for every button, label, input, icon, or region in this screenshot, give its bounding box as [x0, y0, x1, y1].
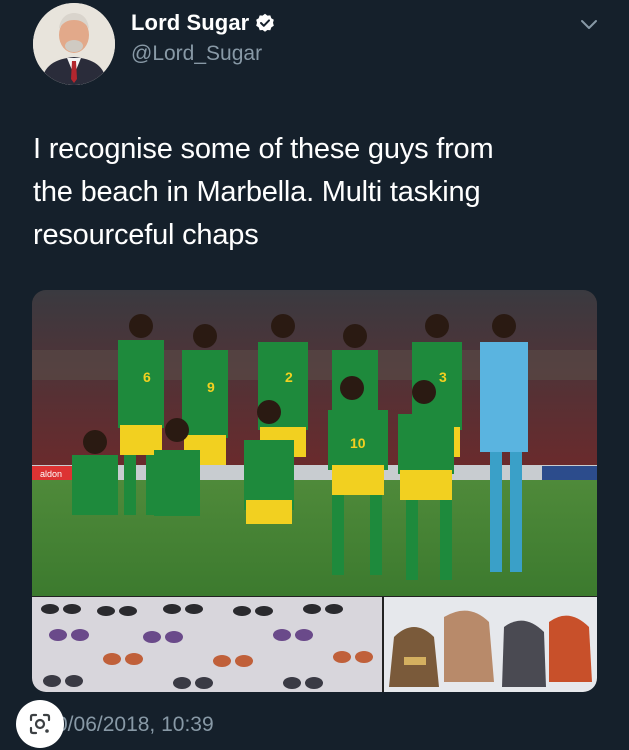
- tweet-text: I recognise some of these guys from the …: [33, 133, 494, 251]
- jersey-number: 2: [285, 369, 293, 385]
- verified-badge-icon: [255, 13, 275, 33]
- tweet-media[interactable]: 6 9 2 3 10 aldon: [32, 290, 597, 692]
- avatar[interactable]: [33, 3, 115, 85]
- timestamp[interactable]: 0/06/2018, 10:39: [56, 713, 214, 737]
- chevron-down-icon[interactable]: [578, 16, 600, 34]
- team-photo: 6 9 2 3 10 aldon: [32, 290, 597, 596]
- jersey-number: 10: [350, 435, 366, 451]
- jersey-number: 3: [439, 369, 447, 385]
- user-handle[interactable]: @Lord_Sugar: [131, 42, 262, 66]
- name-row: Lord Sugar: [131, 10, 275, 36]
- pitch-banner: aldon: [40, 469, 62, 479]
- handbags-photo: [384, 597, 597, 692]
- jersey-number: 9: [207, 379, 215, 395]
- tweet-card: Lord Sugar @Lord_Sugar I recognise some …: [0, 0, 629, 750]
- sunglasses-photo: [32, 597, 382, 692]
- google-lens-icon[interactable]: [16, 700, 64, 748]
- jersey-number: 6: [143, 369, 151, 385]
- display-name[interactable]: Lord Sugar: [131, 10, 249, 36]
